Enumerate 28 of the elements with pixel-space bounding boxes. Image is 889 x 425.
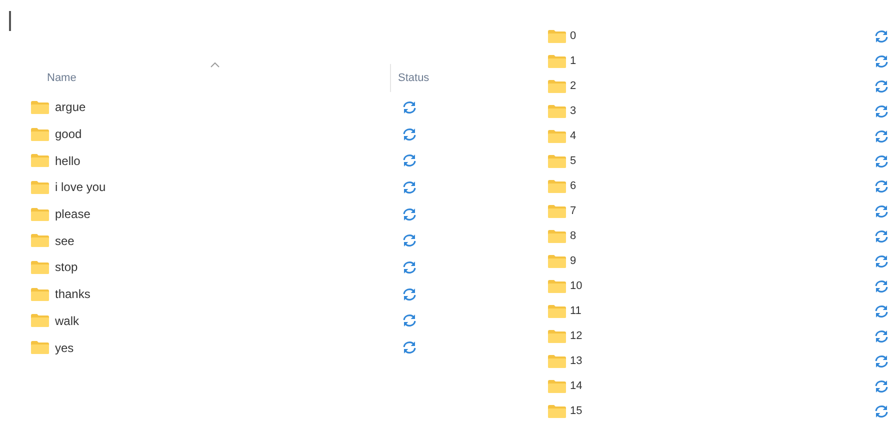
folder-name[interactable]: 3: [570, 103, 576, 120]
folder-name[interactable]: 9: [570, 253, 576, 270]
folder-name[interactable]: 5: [570, 153, 576, 170]
folder-name[interactable]: 15: [570, 403, 582, 420]
folder-name[interactable]: 0: [570, 28, 576, 45]
folder-name[interactable]: 12: [570, 328, 582, 345]
folder-name[interactable]: 13: [570, 353, 582, 370]
folder-name[interactable]: walk: [55, 312, 80, 330]
folder-name[interactable]: 7: [570, 203, 576, 220]
column-header[interactable]: Status: [398, 70, 430, 86]
folder-name[interactable]: 1: [570, 53, 576, 70]
folder-name[interactable]: stop: [55, 258, 78, 276]
folder-name[interactable]: 8: [570, 228, 576, 245]
column-header[interactable]: Name: [47, 70, 390, 86]
folder-name[interactable]: see: [55, 232, 74, 250]
folder-name[interactable]: argue: [55, 98, 86, 116]
folder-name[interactable]: thanks: [55, 285, 90, 304]
folder-name[interactable]: 14: [570, 378, 582, 395]
folder-name[interactable]: hello: [55, 152, 80, 170]
folder-name[interactable]: yes: [55, 338, 74, 357]
folder-name[interactable]: 6: [570, 178, 576, 195]
folder-name[interactable]: good: [55, 125, 82, 144]
folder-name[interactable]: 11: [570, 303, 582, 320]
folder-name[interactable]: 10: [570, 278, 582, 295]
folder-name[interactable]: 4: [570, 128, 576, 145]
folder-name[interactable]: i love you: [55, 178, 106, 196]
folder-name[interactable]: please: [55, 205, 90, 224]
folder-name[interactable]: 2: [570, 78, 576, 95]
